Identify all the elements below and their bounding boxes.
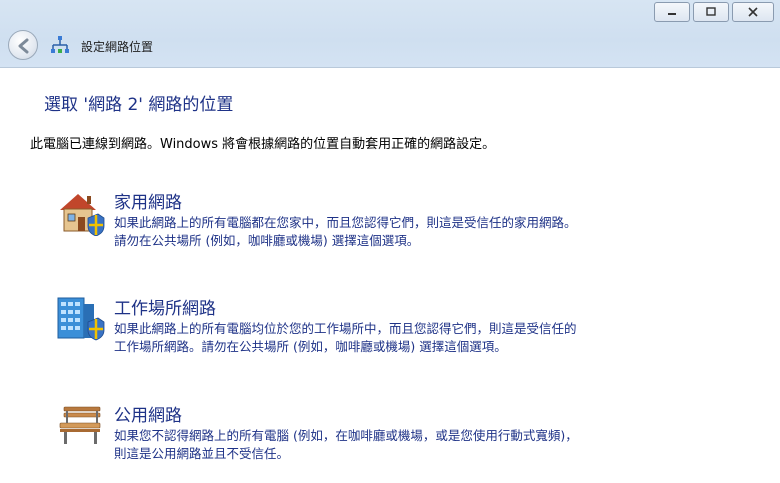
network-icon bbox=[51, 36, 69, 53]
page-description: 此電腦已連線到網路。Windows 將會根據網路的位置自動套用正確的網路設定。 bbox=[30, 137, 496, 152]
option-title[interactable]: 工作場所網路 bbox=[114, 294, 216, 319]
page-heading: 選取 '網路 2' 網路的位置 bbox=[44, 95, 234, 115]
main-content: 選取 '網路 2' 網路的位置 此電腦已連線到網路。Windows 將會根據網路… bbox=[0, 68, 780, 483]
option-description-line: 如果此網路上的所有電腦均位於您的工作場所中，而且您認得它們，則這是受信任的 bbox=[114, 321, 577, 336]
maximize-icon bbox=[706, 7, 716, 16]
close-icon bbox=[748, 7, 758, 17]
back-button[interactable] bbox=[8, 30, 38, 60]
window-title: 設定網路位置 bbox=[81, 40, 154, 54]
caption-buttons bbox=[654, 2, 774, 22]
option-home-network[interactable]: 家用網路 如果此網路上的所有電腦都在您家中，而且您認得它們，則這是受信任的家用網… bbox=[56, 188, 736, 248]
option-description-line: 如果此網路上的所有電腦都在您家中，而且您認得它們，則這是受信任的家用網路。 bbox=[114, 215, 577, 230]
minimize-button[interactable] bbox=[654, 2, 690, 22]
option-description: 如果此網路上的所有電腦都在您家中，而且您認得它們，則這是受信任的家用網路。 請勿… bbox=[114, 214, 714, 250]
maximize-button[interactable] bbox=[693, 2, 729, 22]
option-work-network[interactable]: 工作場所網路 如果此網路上的所有電腦均位於您的工作場所中，而且您認得它們，則這是… bbox=[56, 294, 736, 354]
option-description-line: 請勿在公共場所 (例如，咖啡廳或機場) 選擇這個選項。 bbox=[114, 233, 420, 248]
back-arrow-icon bbox=[18, 38, 29, 54]
option-title[interactable]: 家用網路 bbox=[114, 188, 182, 213]
minimize-icon bbox=[668, 13, 676, 15]
option-description: 如果您不認得網路上的所有電腦 (例如，在咖啡廳或機場，或是您使用行動式寬頻)， … bbox=[114, 427, 714, 463]
close-button[interactable] bbox=[732, 2, 774, 22]
option-description-line: 工作場所網路。請勿在公共場所 (例如，咖啡廳或機場) 選擇這個選項。 bbox=[114, 339, 507, 354]
title-bar: 設定網路位置 bbox=[0, 0, 780, 68]
public-network-icon bbox=[59, 406, 101, 444]
option-description-line: 如果您不認得網路上的所有電腦 (例如，在咖啡廳或機場，或是您使用行動式寬頻)， bbox=[114, 428, 578, 443]
home-network-icon bbox=[60, 194, 105, 236]
option-public-network[interactable]: 公用網路 如果您不認得網路上的所有電腦 (例如，在咖啡廳或機場，或是您使用行動式… bbox=[56, 401, 736, 461]
option-description: 如果此網路上的所有電腦均位於您的工作場所中，而且您認得它們，則這是受信任的 工作… bbox=[114, 320, 714, 356]
work-network-icon bbox=[57, 297, 105, 341]
option-title[interactable]: 公用網路 bbox=[114, 401, 182, 426]
option-description-line: 則這是公用網路並且不受信任。 bbox=[114, 446, 290, 461]
